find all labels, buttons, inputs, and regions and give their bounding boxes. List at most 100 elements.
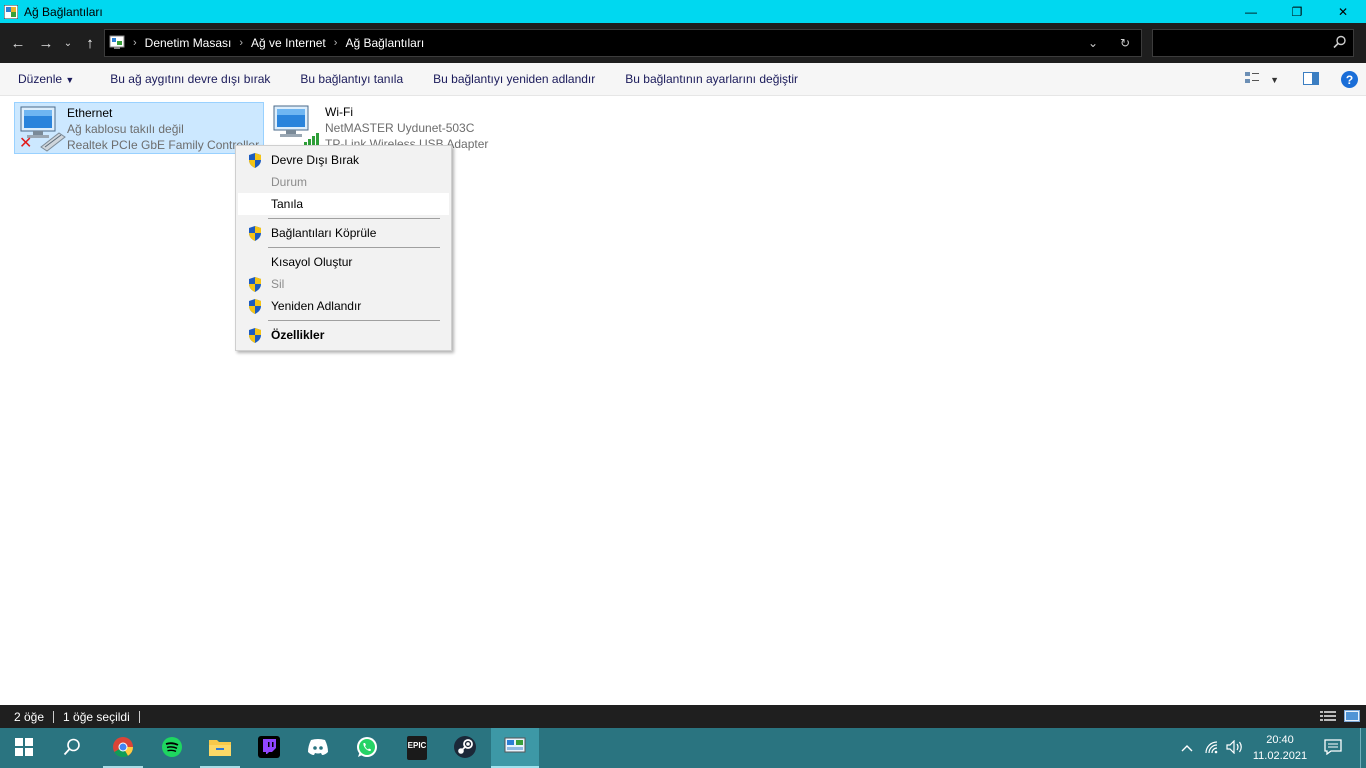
connection-ethernet[interactable]: ✕ Ethernet Ağ kablosu takılı değil Realt…: [14, 102, 264, 154]
menu-separator: [268, 247, 440, 248]
refresh-button[interactable]: ↻: [1109, 36, 1141, 50]
action-center-button[interactable]: [1320, 728, 1346, 768]
menu-item-label: Sil: [271, 277, 285, 291]
forward-button[interactable]: →: [32, 23, 60, 63]
menu-item-label: Devre Dışı Bırak: [271, 153, 360, 167]
network-connections-icon: [504, 737, 526, 758]
connection-device: Realtek PCIe GbE Family Controller: [67, 138, 260, 152]
menu-item-label: Özellikler: [271, 328, 325, 342]
menu-item-label: Tanıla: [271, 197, 304, 211]
menu-item-label: Bağlantıları Köprüle: [271, 226, 377, 240]
menu-item-label: Durum: [271, 175, 308, 189]
taskbar-discord[interactable]: [294, 728, 342, 768]
taskbar-file-explorer[interactable]: [196, 728, 244, 768]
maximize-button[interactable]: ❐: [1274, 0, 1320, 23]
breadcrumb-network-connections[interactable]: Ağ Bağlantıları: [345, 36, 424, 50]
taskbar-clock[interactable]: 20:40 11.02.2021: [1244, 732, 1316, 764]
control-panel-icon: [109, 35, 125, 51]
taskbar-chrome[interactable]: [99, 728, 147, 768]
uac-shield-icon: [248, 328, 262, 343]
taskbar-network-connections[interactable]: [491, 728, 539, 768]
context-menu: Devre Dışı Bırak Durum Tanıla Bağlantıla…: [235, 145, 452, 351]
clock-date: 11.02.2021: [1252, 750, 1308, 762]
menu-item-status[interactable]: Durum: [238, 171, 449, 193]
menu-item-diagnose[interactable]: Tanıla: [238, 193, 449, 215]
taskbar-spotify[interactable]: [148, 728, 196, 768]
breadcrumb-sep: ›: [133, 37, 137, 49]
up-button[interactable]: ↑: [76, 23, 104, 63]
tray-network[interactable]: [1201, 728, 1223, 768]
search-input[interactable]: [1152, 29, 1354, 57]
menu-separator: [268, 320, 440, 321]
disconnected-x-icon: ✕: [19, 135, 33, 152]
diagnose-button[interactable]: Bu bağlantıyı tanıla: [300, 72, 403, 86]
uac-shield-icon: [248, 226, 262, 241]
spotify-icon: [161, 736, 183, 761]
breadcrumb-network-internet[interactable]: Ağ ve Internet: [251, 36, 326, 50]
connection-status: Ağ kablosu takılı değil: [67, 122, 184, 136]
epic-games-icon: EPIC: [407, 736, 427, 760]
menu-item-delete[interactable]: Sil: [238, 273, 449, 295]
menu-item-bridge[interactable]: Bağlantıları Köprüle: [238, 222, 449, 244]
back-button[interactable]: ←: [4, 23, 32, 63]
connection-name: Ethernet: [67, 106, 113, 120]
show-hidden-icons-button[interactable]: [1176, 728, 1198, 768]
view-dropdown-icon[interactable]: ▼: [1270, 75, 1279, 85]
clock-time: 20:40: [1266, 734, 1294, 746]
search-icon: [1333, 35, 1347, 49]
address-dropdown-button[interactable]: ⌄: [1077, 36, 1109, 50]
details-view-icon[interactable]: [1320, 710, 1336, 725]
minimize-button[interactable]: —: [1228, 0, 1274, 23]
connection-name: Wi-Fi: [325, 105, 353, 119]
command-bar: Düzenle ▼ Bu ağ aygıtını devre dışı bıra…: [0, 63, 1366, 96]
wifi-icon: [1204, 740, 1220, 757]
chevron-up-icon: [1181, 741, 1193, 755]
status-separator: [53, 710, 55, 723]
speaker-icon: [1226, 739, 1244, 757]
menu-item-properties[interactable]: Özellikler: [238, 324, 449, 346]
close-button[interactable]: ✕: [1320, 0, 1366, 23]
menu-item-rename[interactable]: Yeniden Adlandır: [238, 295, 449, 317]
breadcrumb-control-panel[interactable]: Denetim Masası: [145, 36, 232, 50]
breadcrumb-sep: ›: [239, 37, 244, 49]
breadcrumb-sep: ›: [333, 37, 338, 49]
taskbar-steam[interactable]: [441, 728, 489, 768]
address-bar: ← → ⌄ ↑ › Denetim Masası › Ağ ve Interne…: [0, 23, 1366, 63]
connection-status: NetMASTER Uydunet-503C: [325, 121, 475, 135]
menu-item-disable[interactable]: Devre Dışı Bırak: [238, 149, 449, 171]
whatsapp-icon: [356, 736, 378, 761]
menu-item-label: Yeniden Adlandır: [271, 299, 362, 313]
taskbar-whatsapp[interactable]: [343, 728, 391, 768]
recent-locations-button[interactable]: ⌄: [60, 23, 76, 63]
uac-shield-icon: [248, 277, 262, 292]
selected-count: 1 öğe seçildi: [63, 709, 130, 724]
start-button[interactable]: [0, 728, 48, 768]
search-icon: [63, 738, 81, 759]
title-bar: Ağ Bağlantıları — ❐ ✕: [0, 0, 1366, 23]
menu-item-create-shortcut[interactable]: Kısayol Oluştur: [238, 251, 449, 273]
show-desktop-button[interactable]: [1360, 728, 1366, 768]
ethernet-adapter-icon: ✕: [15, 103, 67, 153]
network-connections-app-icon: [3, 4, 19, 19]
organize-menu[interactable]: Düzenle ▼: [18, 72, 74, 86]
preview-pane-icon[interactable]: [1303, 71, 1319, 88]
status-bar: 2 öğe 1 öğe seçildi: [0, 705, 1366, 728]
item-count: 2 öğe: [14, 709, 45, 724]
view-options-icon[interactable]: [1244, 71, 1260, 88]
discord-icon: [307, 738, 329, 759]
taskbar-search-button[interactable]: [48, 728, 96, 768]
taskbar-epic-games[interactable]: EPIC: [393, 728, 441, 768]
connections-list: ✕ Ethernet Ağ kablosu takılı değil Realt…: [0, 96, 1366, 705]
twitch-icon: [258, 735, 280, 761]
rename-button[interactable]: Bu bağlantıyı yeniden adlandır: [433, 72, 595, 86]
chevron-down-icon: ▼: [65, 75, 75, 85]
taskbar-twitch[interactable]: [245, 728, 293, 768]
address-field[interactable]: › Denetim Masası › Ağ ve Internet › Ağ B…: [104, 29, 1142, 57]
chrome-icon: [112, 736, 134, 761]
windows-start-icon: [15, 737, 33, 759]
change-settings-button[interactable]: Bu bağlantının ayarlarını değiştir: [625, 72, 798, 86]
help-icon[interactable]: ?: [1341, 71, 1358, 88]
menu-item-label: Kısayol Oluştur: [271, 255, 353, 269]
disable-device-button[interactable]: Bu ağ aygıtını devre dışı bırak: [110, 72, 270, 86]
large-icons-view-icon[interactable]: [1344, 710, 1360, 725]
